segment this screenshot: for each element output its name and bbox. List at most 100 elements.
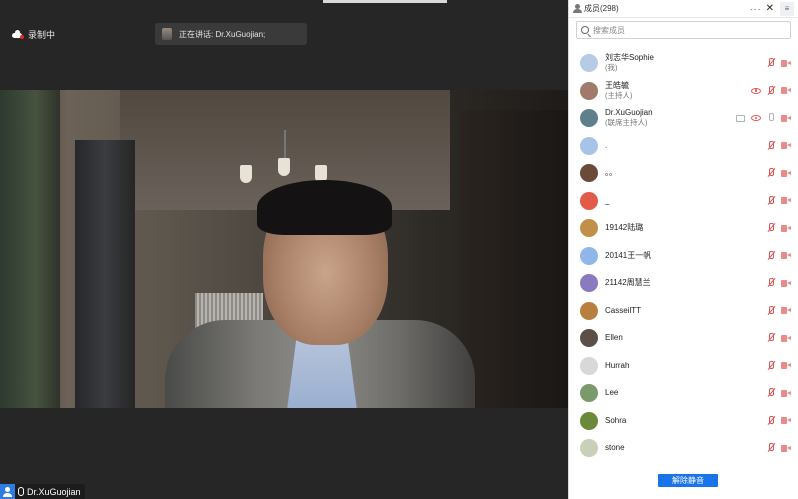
member-row[interactable]: 刘志华Sophie (我) (569, 50, 798, 76)
camera-off-icon[interactable] (781, 169, 791, 177)
member-row[interactable]: _ (569, 188, 798, 214)
eye-icon[interactable] (751, 87, 761, 94)
member-name: 20141王一帆 (605, 250, 652, 260)
camera-off-icon[interactable] (781, 307, 791, 314)
member-avatar (580, 164, 598, 182)
member-search[interactable] (576, 21, 791, 39)
member-row[interactable]: 20141王一帆 (569, 243, 798, 269)
member-avatar (580, 219, 598, 237)
camera-off-icon[interactable] (781, 417, 791, 424)
mic-muted-icon[interactable] (767, 250, 775, 261)
member-name: Lee (605, 388, 619, 397)
member-row[interactable]: Dr.XuGuojian (联席主持人) (569, 105, 798, 131)
menu-icon[interactable]: ≡ (780, 1, 794, 16)
mic-icon[interactable] (767, 113, 775, 123)
member-name: 21142周慧兰 (605, 278, 651, 287)
search-input[interactable] (593, 25, 773, 35)
video-area: 录制中 正在讲话: Dr.XuGuojian; Dr.XuGuojian (0, 0, 568, 499)
member-avatar (580, 329, 598, 347)
member-avatar (580, 356, 598, 375)
member-row[interactable]: Lee (569, 380, 798, 406)
top-toolbar-strip[interactable] (323, 0, 447, 3)
member-row[interactable]: Hurrah (569, 353, 798, 379)
camera-off-icon[interactable] (781, 114, 791, 122)
member-name: stone (605, 443, 625, 452)
member-name: 王皓毓 (605, 80, 629, 90)
member-name: Dr.XuGuojian (605, 108, 653, 117)
speaking-indicator: 正在讲话: Dr.XuGuojian; (155, 23, 307, 45)
member-name: Ellen (605, 333, 623, 342)
member-avatar (580, 301, 598, 320)
member-row[interactable]: 19142陆璐 (569, 215, 798, 241)
mic-muted-icon[interactable] (767, 415, 775, 426)
panel-title: 成员(298) (584, 4, 619, 13)
member-name: . (605, 140, 608, 150)
member-name: Sohra (605, 415, 627, 425)
member-avatar (580, 109, 598, 127)
mic-muted-icon[interactable] (767, 360, 775, 371)
mic-muted-icon[interactable] (767, 388, 775, 398)
camera-off-icon[interactable] (781, 444, 791, 452)
member-row[interactable]: Sohra (569, 408, 798, 434)
panel-header: 成员(298) ··· ✕ ≡ (569, 0, 798, 18)
mic-muted-icon[interactable] (767, 278, 775, 288)
member-row[interactable]: stone (569, 435, 798, 461)
more-options-icon[interactable]: ··· (750, 4, 762, 14)
speaker-avatar (162, 28, 172, 40)
mic-muted-icon[interactable] (767, 85, 775, 96)
member-name: Hurrah (605, 360, 630, 370)
eye-icon[interactable] (751, 115, 761, 121)
recording-indicator: 录制中 (12, 27, 55, 41)
mic-muted-icon[interactable] (767, 223, 775, 233)
speaker-video[interactable] (0, 90, 568, 408)
member-row[interactable]: . (569, 133, 798, 159)
mic-icon (18, 487, 24, 496)
member-role: (联席主持人) (605, 118, 648, 127)
member-row[interactable]: 王皓毓 (主持人) (569, 78, 798, 104)
mic-muted-icon[interactable] (767, 58, 775, 68)
cloud-record-icon (12, 30, 24, 39)
camera-off-icon[interactable] (781, 279, 791, 287)
screen-share-icon[interactable] (736, 114, 745, 122)
camera-off-icon[interactable] (781, 87, 791, 94)
member-name: 19142陆璐 (605, 223, 644, 232)
member-row[interactable]: 21142周慧兰 (569, 270, 798, 296)
member-name: _ (605, 195, 610, 205)
participants-panel: 成员(298) ··· ✕ ≡ 刘志华Sophie(我)王皓毓(主持人)Dr.X… (568, 0, 798, 499)
video-name-tag: Dr.XuGuojian (0, 484, 85, 499)
mic-muted-icon[interactable] (767, 140, 775, 151)
mic-muted-icon[interactable] (767, 168, 775, 178)
mic-muted-icon[interactable] (767, 195, 775, 206)
member-avatar (580, 411, 598, 430)
member-row[interactable]: 。。 (569, 160, 798, 186)
mic-muted-icon[interactable] (767, 443, 775, 453)
member-name: 刘志华Sophie (605, 53, 654, 62)
user-icon (0, 484, 15, 499)
camera-off-icon[interactable] (781, 59, 791, 67)
member-avatar (580, 54, 598, 72)
member-avatar (580, 191, 598, 210)
recording-label: 录制中 (28, 29, 56, 40)
camera-off-icon[interactable] (781, 362, 791, 369)
search-icon (581, 26, 589, 34)
speaking-label: 正在讲话: Dr.XuGuojian; (179, 29, 266, 39)
camera-off-icon[interactable] (781, 224, 791, 232)
member-row[interactable]: Ellen (569, 325, 798, 351)
camera-off-icon[interactable] (781, 142, 791, 149)
unmute-all-button[interactable]: 解除静音 (658, 474, 718, 487)
mic-muted-icon[interactable] (767, 333, 775, 343)
camera-off-icon[interactable] (781, 197, 791, 204)
mic-muted-icon[interactable] (767, 305, 775, 316)
member-role: (我) (605, 63, 618, 72)
close-icon[interactable]: ✕ (766, 3, 774, 14)
camera-off-icon[interactable] (781, 252, 791, 259)
member-avatar (580, 384, 598, 402)
member-avatar (580, 439, 598, 457)
member-avatar (580, 81, 598, 100)
member-avatar (580, 274, 598, 292)
camera-off-icon[interactable] (781, 389, 791, 397)
video-name-label: Dr.XuGuojian (27, 486, 81, 497)
member-row[interactable]: CasseilTT (569, 298, 798, 324)
camera-off-icon[interactable] (781, 334, 791, 342)
member-avatar (580, 136, 598, 155)
